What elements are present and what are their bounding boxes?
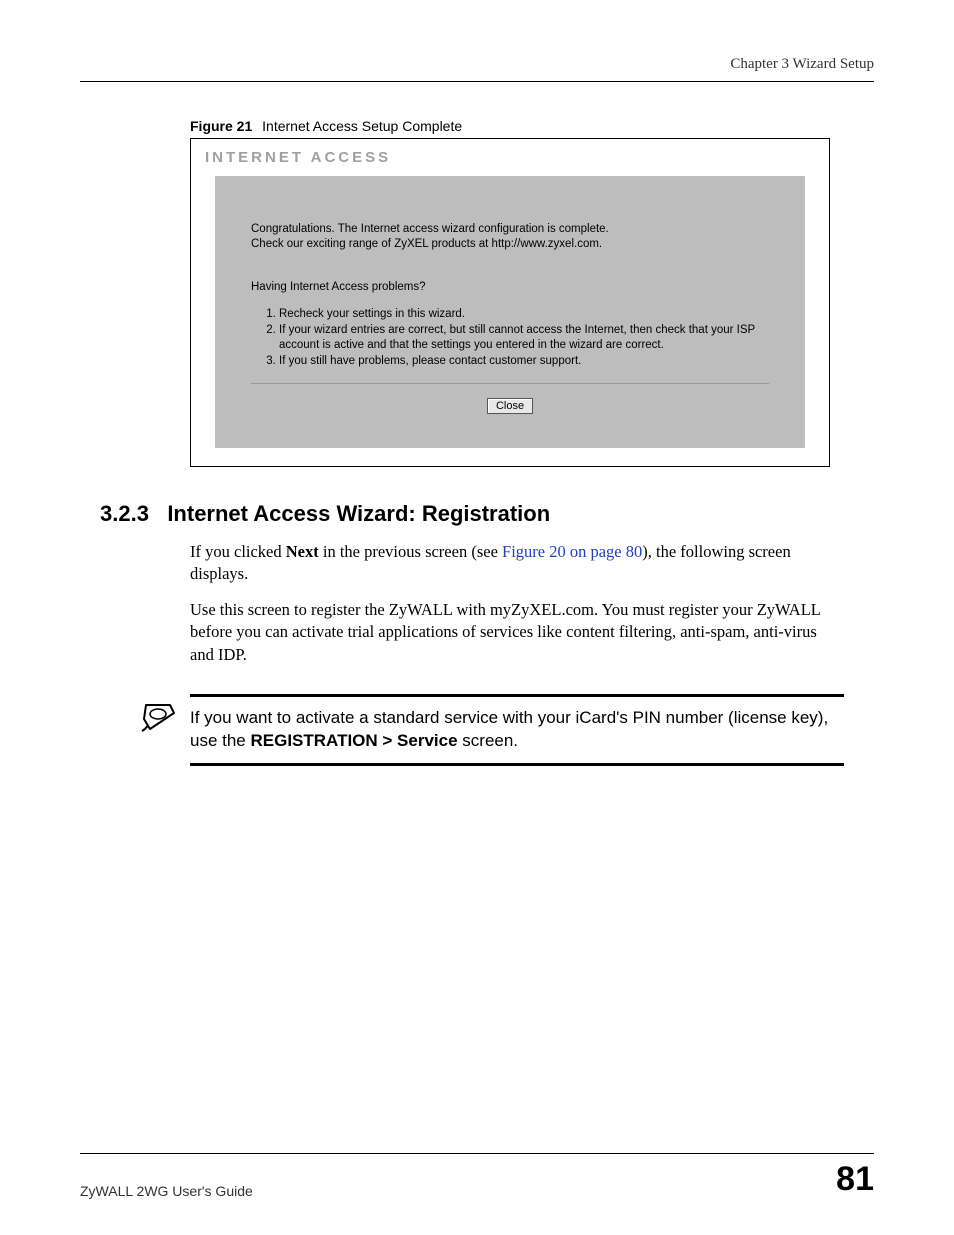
congrats-line2: Check our exciting range of ZyXEL produc… bbox=[251, 237, 769, 252]
page-footer: ZyWALL 2WG User's Guide 81 bbox=[80, 1153, 874, 1199]
section-heading: 3.2.3 Internet Access Wizard: Registrati… bbox=[100, 501, 874, 527]
paragraph-2: Use this screen to register the ZyWALL w… bbox=[190, 599, 844, 666]
p1-pre: If you clicked bbox=[190, 542, 286, 561]
paragraph-1: If you clicked Next in the previous scre… bbox=[190, 541, 844, 586]
problems-question: Having Internet Access problems? bbox=[251, 280, 769, 295]
dialog-title: INTERNET ACCESS bbox=[191, 149, 829, 176]
figure-cross-ref-link[interactable]: Figure 20 on page 80 bbox=[502, 542, 642, 561]
note-text: If you want to activate a standard servi… bbox=[190, 707, 844, 753]
footer-rule bbox=[80, 1153, 874, 1154]
congrats-line1: Congratulations. The Internet access wiz… bbox=[251, 222, 769, 237]
note-icon bbox=[140, 699, 180, 740]
dialog-body: Congratulations. The Internet access wiz… bbox=[215, 176, 805, 448]
header-rule bbox=[80, 81, 874, 82]
close-row: Close bbox=[251, 398, 769, 414]
figure-caption: Figure 21 Internet Access Setup Complete bbox=[190, 118, 874, 134]
list-item: If you still have problems, please conta… bbox=[279, 354, 769, 369]
note-bottom-rule bbox=[190, 763, 844, 766]
dialog-divider bbox=[251, 383, 769, 384]
chapter-header: Chapter 3 Wizard Setup bbox=[80, 56, 874, 73]
figure-screenshot: INTERNET ACCESS Congratulations. The Int… bbox=[190, 138, 830, 467]
footer-guide-name: ZyWALL 2WG User's Guide bbox=[80, 1183, 253, 1199]
figure-caption-text: Internet Access Setup Complete bbox=[262, 118, 462, 134]
section-number: 3.2.3 bbox=[100, 501, 149, 526]
page-number: 81 bbox=[836, 1160, 874, 1199]
section-title: Internet Access Wizard: Registration bbox=[167, 501, 550, 526]
list-item: If your wizard entries are correct, but … bbox=[279, 323, 769, 353]
note-line2: screen. bbox=[458, 731, 518, 750]
close-button[interactable]: Close bbox=[487, 398, 533, 414]
figure-label: Figure 21 bbox=[190, 118, 252, 134]
congrats-text: Congratulations. The Internet access wiz… bbox=[251, 222, 769, 252]
note-bold: REGISTRATION > Service bbox=[251, 731, 458, 750]
list-item: Recheck your settings in this wizard. bbox=[279, 307, 769, 322]
troubleshoot-list: Recheck your settings in this wizard. If… bbox=[251, 307, 769, 369]
p1-bold: Next bbox=[286, 542, 319, 561]
p1-mid: in the previous screen (see bbox=[319, 542, 502, 561]
note-block: If you want to activate a standard servi… bbox=[140, 694, 844, 766]
